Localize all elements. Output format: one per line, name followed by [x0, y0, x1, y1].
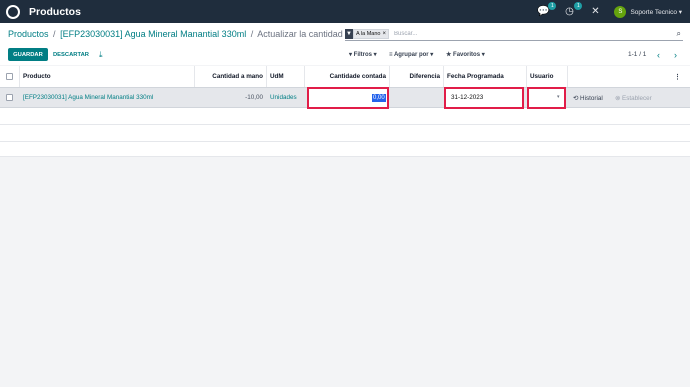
col-cantidad-contada[interactable]: Cantidade contada: [305, 66, 390, 87]
empty-row: [0, 125, 690, 142]
breadcrumb-separator: /: [53, 29, 56, 39]
avatar[interactable]: S: [614, 5, 627, 18]
row-checkbox[interactable]: [6, 94, 13, 101]
navbar-systray: 💬 1 ◷ 1 ✕ S Soporte Tecnico ▾: [536, 0, 682, 23]
breadcrumb-root[interactable]: Productos: [8, 29, 49, 39]
table-header: Producto Cantidad a mano UdM Cantidade c…: [0, 66, 690, 88]
col-usuario[interactable]: Usuario: [527, 66, 568, 87]
favorites-dropdown[interactable]: ★ Favoritos ▾: [446, 48, 485, 61]
search-input[interactable]: [393, 31, 594, 37]
control-panel: Productos / [EFP23030031] Agua Mineral M…: [0, 23, 690, 65]
download-icon[interactable]: ⤓: [99, 48, 103, 61]
col-cantidad-a-mano[interactable]: Cantidad a mano: [195, 66, 267, 87]
col-udm[interactable]: UdM: [267, 66, 305, 87]
breadcrumb-current: Actualizar la cantidad: [257, 29, 343, 39]
history-button[interactable]: ⟲ Historial: [573, 88, 603, 108]
chat-badge: 1: [548, 1, 557, 10]
app-title[interactable]: Productos: [29, 6, 81, 18]
facet-remove-icon[interactable]: ×: [382, 31, 386, 37]
quants-list: Producto Cantidad a mano UdM Cantidade c…: [0, 66, 690, 157]
user-dropdown-icon[interactable]: ▾: [557, 94, 560, 100]
optional-columns-icon[interactable]: ⋮: [674, 66, 681, 88]
pager-value[interactable]: 1-1 / 1: [628, 48, 646, 61]
chat-icon[interactable]: 💬 1: [536, 1, 557, 19]
save-button[interactable]: GUARDAR: [8, 48, 48, 61]
facet-label: A la Mano: [356, 31, 381, 37]
scheduled-date-value[interactable]: 31-12-2023: [451, 94, 483, 101]
cell-udm: Unidades: [267, 88, 305, 107]
empty-row: [0, 142, 690, 157]
col-diferencia[interactable]: Diferencia: [390, 66, 444, 87]
search-facet: A la Mano ×: [353, 29, 389, 39]
pager-prev-button[interactable]: ‹: [657, 48, 660, 61]
top-navbar: Productos 💬 1 ◷ 1 ✕ S Soporte Tecnico ▾: [0, 0, 690, 23]
cell-diferencia: [390, 88, 444, 107]
user-menu[interactable]: Soporte Tecnico ▾: [630, 8, 682, 16]
cell-cantidad-a-mano: -10,00: [195, 88, 267, 107]
filters-dropdown[interactable]: ▾ Filtros ▾: [349, 48, 377, 61]
discard-button[interactable]: DESCARTAR: [53, 48, 89, 61]
breadcrumb-separator: /: [250, 29, 254, 39]
row-select-cell: [0, 88, 20, 107]
product-link[interactable]: [EFP23030031] Agua Mineral Manantial 330…: [23, 94, 153, 101]
counted-quantity-value[interactable]: 0,00: [372, 94, 386, 102]
col-fecha-programada[interactable]: Fecha Programada: [444, 66, 527, 87]
search-bar: ▼ A la Mano × ⌕: [345, 28, 683, 41]
select-all-cell: [0, 66, 20, 87]
activity-badge: 1: [574, 1, 583, 10]
pager-next-button[interactable]: ›: [674, 48, 677, 61]
uom-value: Unidades: [270, 94, 297, 101]
filter-icon: ▼: [345, 29, 353, 39]
breadcrumb: Productos / [EFP23030031] Agua Mineral M…: [8, 29, 343, 39]
breadcrumb-product[interactable]: [EFP23030031] Agua Mineral Manantial 330…: [60, 29, 246, 39]
activity-icon[interactable]: ◷ 1: [562, 1, 583, 19]
debug-icon[interactable]: ✕: [588, 5, 602, 19]
odoo-logo-icon[interactable]: [6, 4, 20, 19]
set-button[interactable]: ⊗ Establecer: [615, 88, 652, 108]
user-select-input[interactable]: [527, 87, 566, 109]
empty-row: [0, 108, 690, 125]
col-producto[interactable]: Producto: [20, 66, 195, 87]
search-icon[interactable]: ⌕: [677, 29, 681, 39]
cell-producto[interactable]: [EFP23030031] Agua Mineral Manantial 330…: [20, 88, 195, 107]
groupby-dropdown[interactable]: ≡ Agrupar por ▾: [389, 48, 433, 61]
select-all-checkbox[interactable]: [6, 73, 13, 80]
